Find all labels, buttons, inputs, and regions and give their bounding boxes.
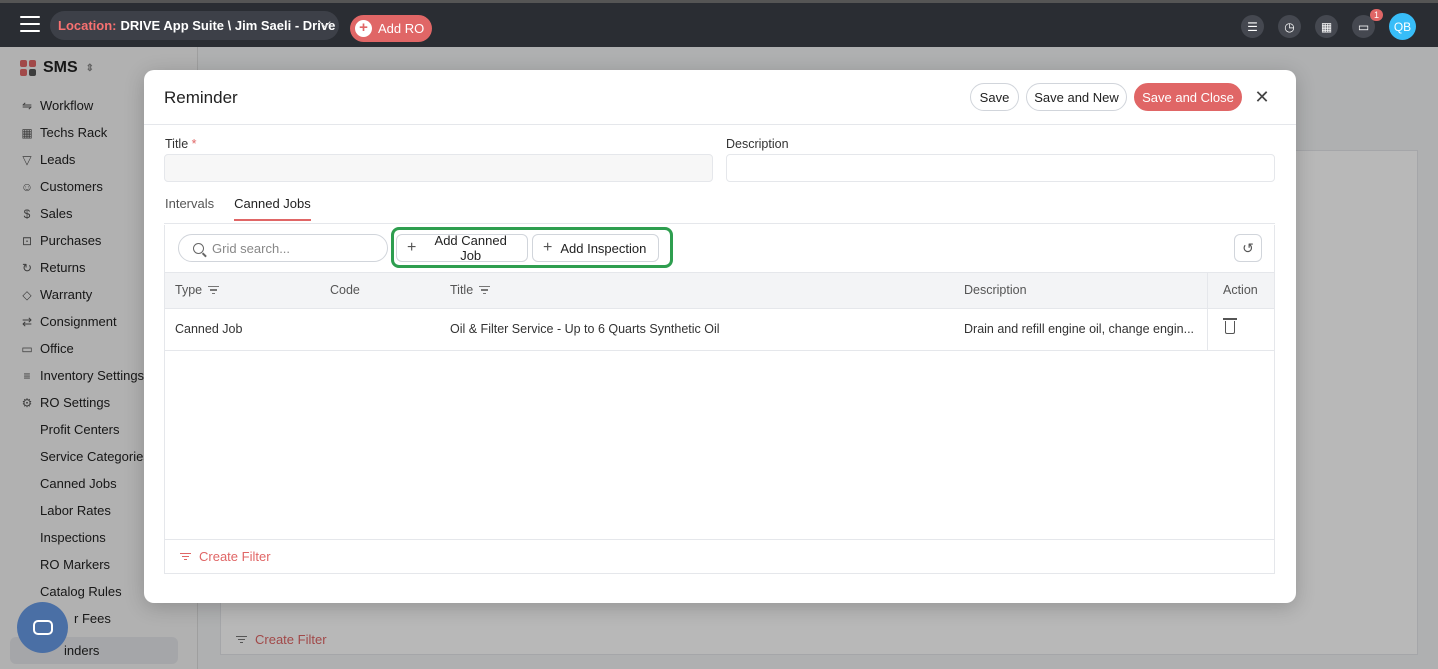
notification-badge: 1 xyxy=(1369,9,1383,21)
required-marker: * xyxy=(191,137,197,151)
location-selector[interactable]: Location: DRIVE App Suite \ Jim Saeli - … xyxy=(50,11,339,40)
grid-footer: Create Filter xyxy=(165,539,1274,573)
add-canned-job-label: Add Canned Job xyxy=(434,233,507,263)
description-field[interactable] xyxy=(726,154,1275,182)
add-ro-label: Add RO xyxy=(378,21,425,36)
filter-icon[interactable] xyxy=(479,284,491,296)
trash-icon[interactable] xyxy=(1223,318,1237,334)
reminder-modal: Reminder Save Save and New Save and Clos… xyxy=(144,70,1296,603)
message-icon[interactable]: ▭ 1 xyxy=(1352,9,1383,38)
filter-icon[interactable] xyxy=(208,284,220,296)
add-ro-button[interactable]: + Add RO xyxy=(350,15,432,42)
column-label: Description xyxy=(964,283,1027,297)
title-label-text: Title xyxy=(165,137,189,151)
description-label: Description xyxy=(726,137,789,151)
list-icon[interactable]: ☰ xyxy=(1241,15,1264,38)
avatar[interactable]: QB xyxy=(1389,13,1416,40)
cell-type: Canned Job xyxy=(175,322,243,336)
location-value: DRIVE App Suite \ Jim Saeli - Drive xyxy=(120,18,336,33)
column-title[interactable]: Title xyxy=(450,283,491,297)
column-code[interactable]: Code xyxy=(330,283,360,297)
reset-icon: ↺ xyxy=(1242,239,1254,256)
plus-icon: + xyxy=(543,239,553,256)
add-canned-job-button[interactable]: + Add Canned Job xyxy=(396,233,528,263)
column-label: Title xyxy=(450,283,474,297)
tabs-divider xyxy=(164,223,1275,224)
save-button[interactable]: Save xyxy=(970,83,1019,111)
modal-title: Reminder xyxy=(164,88,238,107)
save-and-new-button[interactable]: Save and New xyxy=(1026,83,1127,111)
menu-icon[interactable] xyxy=(20,16,40,32)
title-label: Title * xyxy=(165,137,197,151)
top-icons: ☰ ◷ ▦ ▭ 1 QB xyxy=(1241,9,1416,40)
canned-jobs-grid: + Add Canned Job + Add Inspection ↺ Type… xyxy=(164,225,1275,574)
close-icon[interactable]: ✕ xyxy=(1254,87,1270,107)
save-and-close-button[interactable]: Save and Close xyxy=(1134,83,1242,111)
clock-icon[interactable]: ◷ xyxy=(1278,15,1301,38)
title-field[interactable] xyxy=(164,154,713,182)
column-action: Action xyxy=(1223,283,1258,297)
chat-icon xyxy=(32,620,53,635)
plus-icon: + xyxy=(355,20,372,37)
tab-canned-jobs[interactable]: Canned Jobs xyxy=(234,196,311,221)
filter-icon xyxy=(180,551,191,563)
create-filter-button[interactable]: Create Filter xyxy=(180,549,271,564)
top-bar: Location: DRIVE App Suite \ Jim Saeli - … xyxy=(0,0,1438,47)
column-label: Code xyxy=(330,283,360,297)
grid-header: Type Code Title Description Action xyxy=(165,272,1274,309)
add-inspection-button[interactable]: + Add Inspection xyxy=(532,234,659,262)
calendar-icon[interactable]: ▦ xyxy=(1315,15,1338,38)
modal-header: Reminder Save Save and New Save and Clos… xyxy=(144,70,1296,125)
chat-button[interactable] xyxy=(17,602,68,653)
location-label: Location: xyxy=(58,18,117,33)
column-description[interactable]: Description xyxy=(964,283,1027,297)
modal-tabs: Intervals Canned Jobs xyxy=(165,196,311,221)
cell-description: Drain and refill engine oil, change engi… xyxy=(964,322,1195,336)
search-icon xyxy=(193,242,204,254)
cell-title: Oil & Filter Service - Up to 6 Quarts Sy… xyxy=(450,322,720,336)
column-label: Action xyxy=(1223,283,1258,297)
plus-icon: + xyxy=(407,239,417,256)
table-row[interactable]: Canned Job Oil & Filter Service - Up to … xyxy=(165,309,1274,351)
create-filter-label: Create Filter xyxy=(199,549,271,564)
column-type[interactable]: Type xyxy=(175,283,220,297)
tab-intervals[interactable]: Intervals xyxy=(165,196,214,221)
add-inspection-label: Add Inspection xyxy=(560,240,647,256)
column-label: Type xyxy=(175,283,203,297)
grid-search[interactable] xyxy=(178,234,388,262)
reset-grid-button[interactable]: ↺ xyxy=(1234,234,1262,262)
grid-search-input[interactable] xyxy=(212,240,382,256)
